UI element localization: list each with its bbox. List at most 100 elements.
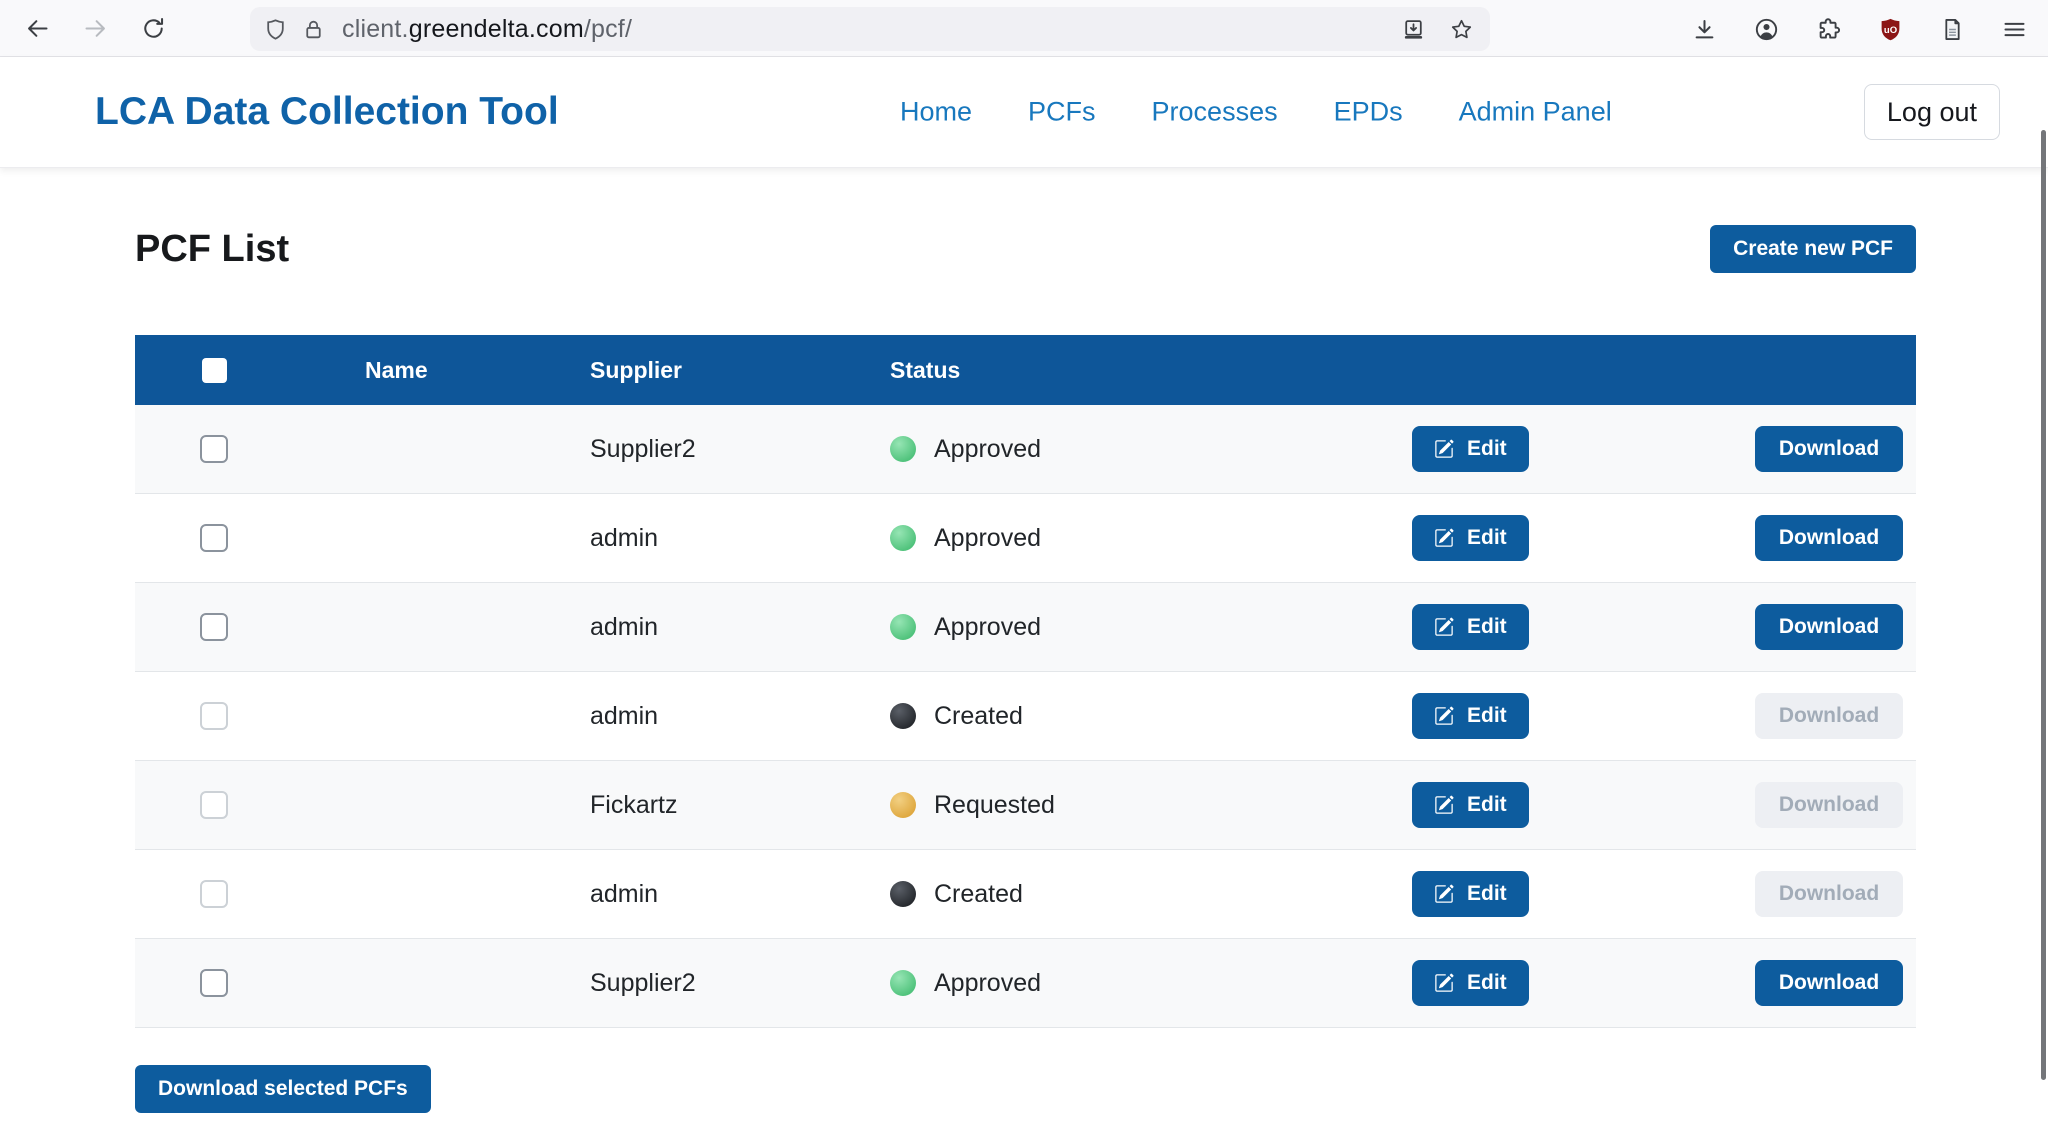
cell-supplier: Fickartz <box>555 791 855 820</box>
download-button: Download <box>1755 871 1903 917</box>
status-dot <box>890 614 916 640</box>
cell-status: Approved <box>855 435 1390 464</box>
edit-button-label: Edit <box>1467 882 1507 906</box>
extensions-button[interactable] <box>1805 6 1851 52</box>
browser-toolbar: client.greendelta.com/pcf/ uO <box>0 0 2048 57</box>
edit-icon <box>1434 973 1454 993</box>
app-header: LCA Data Collection Tool Home PCFs Proce… <box>0 57 2048 168</box>
edit-button[interactable]: Edit <box>1412 515 1529 561</box>
edit-button[interactable]: Edit <box>1412 871 1529 917</box>
create-pcf-button[interactable]: Create new PCF <box>1710 225 1916 273</box>
back-button[interactable] <box>14 5 60 51</box>
edit-button[interactable]: Edit <box>1412 693 1529 739</box>
download-button[interactable]: Download <box>1755 426 1903 472</box>
reader-page-button[interactable] <box>1929 6 1975 52</box>
account-button[interactable] <box>1743 6 1789 52</box>
download-button: Download <box>1755 782 1903 828</box>
cell-supplier: admin <box>555 613 855 642</box>
download-button[interactable]: Download <box>1755 960 1903 1006</box>
row-checkbox[interactable] <box>200 613 228 641</box>
edit-button-label: Edit <box>1467 704 1507 728</box>
edit-button[interactable]: Edit <box>1412 426 1529 472</box>
edit-button[interactable]: Edit <box>1412 960 1529 1006</box>
status-label: Approved <box>934 613 1041 642</box>
edit-button-label: Edit <box>1467 971 1507 995</box>
download-button[interactable]: Download <box>1755 604 1903 650</box>
column-header-name: Name <box>330 357 555 384</box>
edit-button-label: Edit <box>1467 437 1507 461</box>
status-dot <box>890 970 916 996</box>
table-row: admin Created Edit Download <box>135 850 1916 939</box>
status-label: Created <box>934 880 1023 909</box>
status-label: Approved <box>934 969 1041 998</box>
status-dot <box>890 525 916 551</box>
url-path: /pcf/ <box>584 15 632 43</box>
nav-processes[interactable]: Processes <box>1152 97 1278 128</box>
row-checkbox <box>200 880 228 908</box>
status-dot <box>890 792 916 818</box>
reload-button[interactable] <box>130 5 176 51</box>
edit-button-label: Edit <box>1467 526 1507 550</box>
select-all-checkbox[interactable] <box>202 358 227 383</box>
downloads-icon <box>1691 16 1718 43</box>
main-content: PCF List Create new PCF Name Supplier St… <box>0 225 2048 1113</box>
edit-icon <box>1434 617 1454 637</box>
hamburger-icon <box>2001 16 2028 43</box>
status-dot <box>890 703 916 729</box>
edit-icon <box>1434 795 1454 815</box>
nav-pcfs[interactable]: PCFs <box>1028 97 1096 128</box>
nav-admin-panel[interactable]: Admin Panel <box>1459 97 1612 128</box>
tracking-shield-icon[interactable] <box>260 14 290 44</box>
row-checkbox[interactable] <box>200 524 228 552</box>
svg-text:uO: uO <box>1883 24 1897 35</box>
status-label: Created <box>934 702 1023 731</box>
cell-supplier: Supplier2 <box>555 969 855 998</box>
status-dot <box>890 436 916 462</box>
download-selected-button[interactable]: Download selected PCFs <box>135 1065 431 1113</box>
url-subdomain: client. <box>342 15 409 43</box>
logout-button[interactable]: Log out <box>1864 84 2000 140</box>
column-header-status: Status <box>855 357 1390 384</box>
status-label: Approved <box>934 435 1041 464</box>
edit-button[interactable]: Edit <box>1412 604 1529 650</box>
download-button: Download <box>1755 693 1903 739</box>
save-page-icon[interactable] <box>1398 14 1428 44</box>
column-header-supplier: Supplier <box>555 357 855 384</box>
cell-supplier: admin <box>555 524 855 553</box>
nav-epds[interactable]: EPDs <box>1334 97 1403 128</box>
table-row: Supplier2 Approved Edit Download <box>135 405 1916 494</box>
table-row: admin Created Edit Download <box>135 672 1916 761</box>
forward-button[interactable] <box>72 5 118 51</box>
cell-status: Requested <box>855 791 1390 820</box>
row-checkbox[interactable] <box>200 435 228 463</box>
table-header: Name Supplier Status <box>135 335 1916 405</box>
table-body: Supplier2 Approved Edit Download admin A… <box>135 405 1916 1028</box>
status-label: Approved <box>934 524 1041 553</box>
cell-supplier: admin <box>555 702 855 731</box>
edit-icon <box>1434 439 1454 459</box>
bookmark-star-icon[interactable] <box>1446 14 1476 44</box>
url-bar[interactable]: client.greendelta.com/pcf/ <box>250 7 1490 51</box>
forward-icon <box>82 15 109 42</box>
table-row: Fickartz Requested Edit Download <box>135 761 1916 850</box>
edit-icon <box>1434 706 1454 726</box>
cell-status: Created <box>855 880 1390 909</box>
lock-icon[interactable] <box>298 14 328 44</box>
url-text: client.greendelta.com/pcf/ <box>342 15 632 44</box>
cell-status: Approved <box>855 613 1390 642</box>
app-title[interactable]: LCA Data Collection Tool <box>95 90 559 134</box>
nav-home[interactable]: Home <box>900 97 972 128</box>
row-checkbox[interactable] <box>200 969 228 997</box>
account-icon <box>1753 16 1780 43</box>
download-button[interactable]: Download <box>1755 515 1903 561</box>
edit-button[interactable]: Edit <box>1412 782 1529 828</box>
menu-button[interactable] <box>1991 6 2037 52</box>
edit-icon <box>1434 884 1454 904</box>
back-icon <box>24 15 51 42</box>
scrollbar-thumb[interactable] <box>2041 130 2046 1080</box>
ublock-button[interactable]: uO <box>1867 6 1913 52</box>
url-domain: greendelta.com <box>409 15 584 43</box>
cell-status: Approved <box>855 969 1390 998</box>
downloads-button[interactable] <box>1681 6 1727 52</box>
row-checkbox <box>200 791 228 819</box>
